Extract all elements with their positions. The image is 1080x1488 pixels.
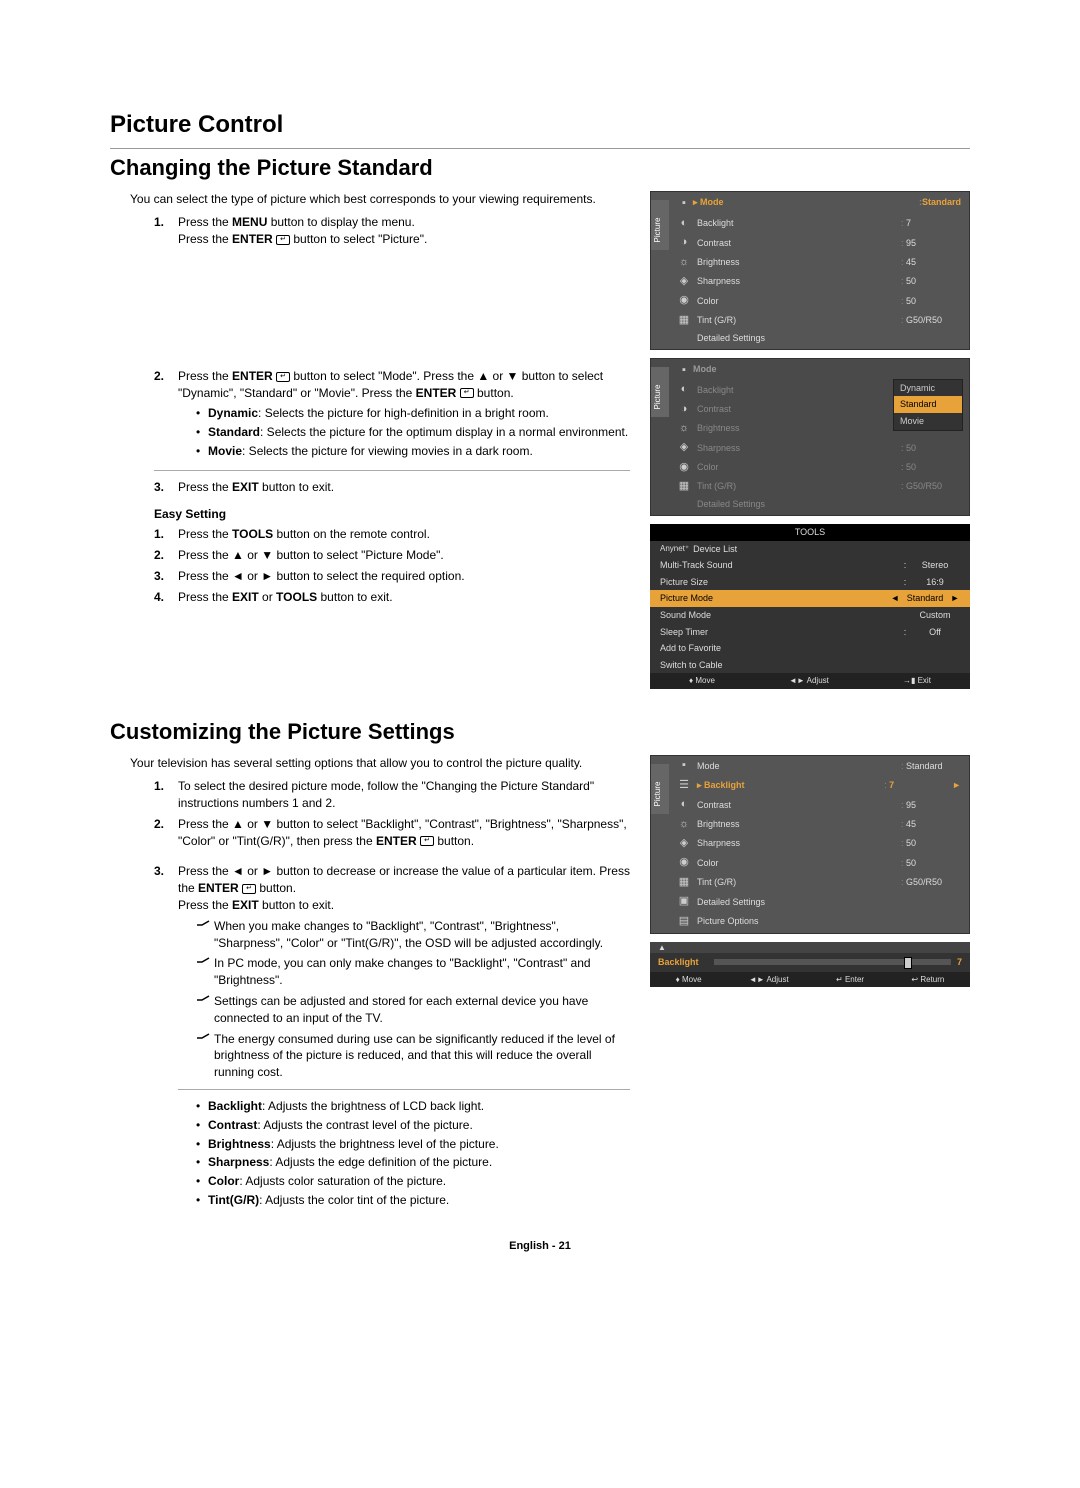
soundmode-row[interactable]: Sound ModeCustom <box>650 607 970 624</box>
device-list-row[interactable]: Anynet⁺Device List <box>650 541 970 558</box>
svg-text:Picture: Picture <box>653 384 662 409</box>
cable-row[interactable]: Switch to Cable <box>650 657 970 674</box>
picmode-row[interactable]: Picture Mode◄Standard► <box>650 590 970 607</box>
note-icon <box>196 918 214 952</box>
osd-mode-popup: Picture ▪Mode ◐Backlight ◑Contrast ☼Brig… <box>650 358 970 516</box>
slider-track[interactable] <box>714 959 951 965</box>
sharpness-row[interactable]: ◈Sharpness: 50 <box>651 272 969 291</box>
easy-setting-heading: Easy Setting <box>154 506 630 523</box>
tools-menu: TOOLS Anynet⁺Device List Multi-Track Sou… <box>650 524 970 689</box>
fav-row[interactable]: Add to Favorite <box>650 640 970 657</box>
picture-tab: Picture <box>651 200 669 250</box>
tint-row[interactable]: ▦Tint (G/R): G50/R50 <box>651 311 969 330</box>
sleep-row[interactable]: Sleep Timer:Off <box>650 624 970 641</box>
enter-icon: ↵ <box>276 235 290 245</box>
divider <box>110 148 970 149</box>
enter-icon: ↵ <box>276 372 290 382</box>
enter-icon: ↵ <box>242 884 256 894</box>
enter-icon: ↵ <box>460 388 474 398</box>
section2-heading: Customizing the Picture Settings <box>110 717 970 748</box>
picsize-row[interactable]: Picture Size:16:9 <box>650 574 970 591</box>
step-3: 3.Press the EXIT button to exit. <box>154 479 630 496</box>
backlight-row[interactable]: ◐Backlight: 7 <box>651 214 969 233</box>
mode-header[interactable]: ▪▸ Mode:Standard <box>651 192 969 213</box>
svg-text:Picture: Picture <box>653 781 662 806</box>
tools-title: TOOLS <box>650 524 970 541</box>
dropdown-standard[interactable]: Standard <box>894 396 962 413</box>
step-1: 1.Press the MENU button to display the m… <box>154 214 630 248</box>
backlight-slider[interactable]: ▲ Backlight7 ♦ Move ◄► Adjust ↵ Enter ↩ … <box>650 942 970 987</box>
mts-row[interactable]: Multi-Track Sound:Stereo <box>650 557 970 574</box>
dropdown-movie[interactable]: Movie <box>894 413 962 430</box>
enter-icon: ↵ <box>420 836 434 846</box>
brightness-row[interactable]: ☼Brightness: 45 <box>651 253 969 272</box>
svg-text:Picture: Picture <box>653 217 662 242</box>
note-icon <box>196 1031 214 1081</box>
section1-heading: Changing the Picture Standard <box>110 153 970 184</box>
osd-picture-menu: Picture ▪▸ Mode:Standard ◐Backlight: 7 ◑… <box>650 191 970 349</box>
note-icon <box>196 955 214 989</box>
page: Picture Control Changing the Picture Sta… <box>110 108 970 1254</box>
dropdown-dynamic[interactable]: Dynamic <box>894 380 962 397</box>
mode-dropdown[interactable]: Dynamic Standard Movie <box>893 379 963 431</box>
section2-intro: Your television has several setting opti… <box>130 755 630 772</box>
backlight-selected-row[interactable]: ☰▸ Backlight: 7► <box>651 776 969 795</box>
detailed-row[interactable]: Detailed Settings <box>651 330 969 347</box>
color-row[interactable]: ◉Color: 50 <box>651 291 969 310</box>
section1-intro: You can select the type of picture which… <box>130 191 630 208</box>
page-footer: English - 21 <box>110 1239 970 1254</box>
section2-body: Your television has several setting opti… <box>110 755 970 1214</box>
osd-backlight-selected: Picture ▪Mode: Standard ☰▸ Backlight: 7►… <box>650 755 970 934</box>
contrast-row[interactable]: ◑Contrast: 95 <box>651 233 969 252</box>
main-title: Picture Control <box>110 108 970 142</box>
step-2: 2.Press the ENTER ↵ button to select "Mo… <box>154 368 630 402</box>
note-icon <box>196 993 214 1027</box>
section1-body: You can select the type of picture which… <box>110 191 970 696</box>
